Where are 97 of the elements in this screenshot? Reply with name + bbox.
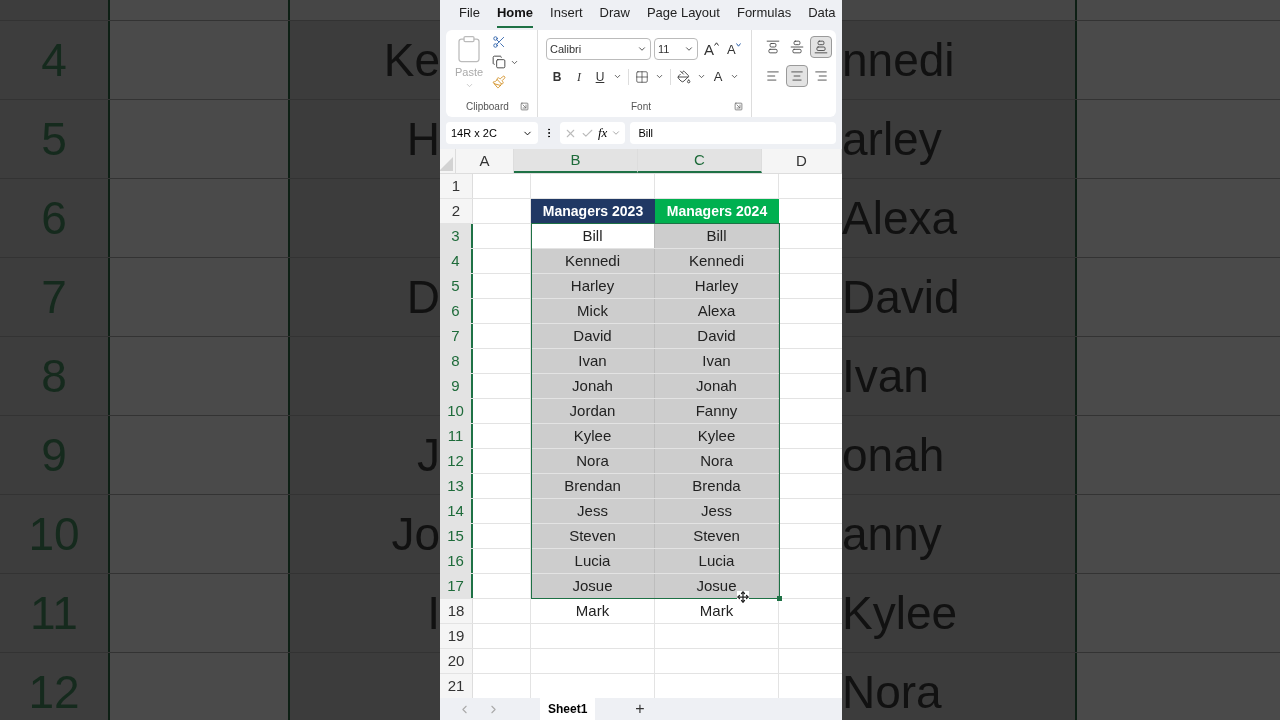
align-icon xyxy=(814,69,828,83)
row-number[interactable]: 4 xyxy=(440,249,473,273)
font-color-button[interactable]: A xyxy=(712,67,724,87)
group-label: Clipboard xyxy=(465,100,509,114)
table-cell[interactable]: Lucia xyxy=(531,549,655,573)
table-cell[interactable]: Mick xyxy=(531,299,655,323)
shrink-font-button[interactable]: A xyxy=(725,42,743,56)
table-cell[interactable]: David xyxy=(531,324,655,348)
align-center-button[interactable] xyxy=(786,65,808,87)
row-number[interactable]: 13 xyxy=(440,474,473,498)
dialog-launcher-icon[interactable] xyxy=(734,102,743,111)
table-cell[interactable]: Kylee xyxy=(655,424,779,448)
menu-tab[interactable]: File xyxy=(459,2,480,28)
borders-icon[interactable] xyxy=(635,69,649,84)
row-number[interactable]: 17 xyxy=(440,574,473,598)
italic-button[interactable]: I xyxy=(571,67,587,86)
table-cell[interactable]: Bill xyxy=(655,224,779,248)
table-cell[interactable]: Brendan xyxy=(531,474,655,498)
table-cell[interactable]: Jonah xyxy=(655,374,779,398)
column-header[interactable]: C xyxy=(638,149,762,173)
row-number[interactable]: 16 xyxy=(440,549,473,573)
table-cell[interactable]: Alexa xyxy=(655,299,779,323)
column-header[interactable]: B xyxy=(514,149,638,173)
table-cell[interactable]: Jess xyxy=(531,499,655,523)
menu-tab[interactable]: Draw xyxy=(599,2,630,28)
row-number[interactable]: 20 xyxy=(440,649,473,673)
insert-function-button[interactable]: fx xyxy=(598,123,608,143)
table-cell[interactable]: Lucia xyxy=(655,549,779,573)
table-cell[interactable]: David xyxy=(655,324,779,348)
scissors-icon[interactable] xyxy=(492,35,506,49)
table-cell[interactable]: Kennedi xyxy=(655,249,779,273)
add-sheet-button[interactable]: + xyxy=(635,697,645,720)
move-cursor-icon xyxy=(737,591,749,603)
row-number[interactable]: 2 xyxy=(440,199,473,223)
align-icon xyxy=(766,40,780,54)
table-cell[interactable]: Steven xyxy=(531,524,655,548)
table-cell[interactable]: Kennedi xyxy=(531,249,655,273)
row-number[interactable]: 5 xyxy=(440,274,473,298)
row-number[interactable]: 15 xyxy=(440,524,473,548)
caret-down-icon xyxy=(735,42,741,47)
table-cell[interactable]: Steven xyxy=(655,524,779,548)
row-number[interactable]: 3 xyxy=(440,224,473,248)
row-number[interactable]: 8 xyxy=(440,349,473,373)
table-cell[interactable]: Nora xyxy=(655,449,779,473)
table-cell[interactable]: Harley xyxy=(531,274,655,298)
table-cell[interactable]: Jonah xyxy=(531,374,655,398)
formula-field[interactable]: Bill xyxy=(630,122,836,144)
table-cell[interactable]: Fanny xyxy=(655,399,779,423)
copy-icon[interactable] xyxy=(492,55,506,69)
table-cell[interactable]: Nora xyxy=(531,449,655,473)
sheet-tab[interactable]: Sheet1 xyxy=(540,698,596,720)
caret-icon xyxy=(637,44,647,54)
grow-font-button[interactable]: A xyxy=(701,41,722,57)
dialog-launcher-icon[interactable] xyxy=(520,102,529,111)
caret-up-icon xyxy=(714,41,719,46)
header-cell: Managers 2023 xyxy=(531,199,655,223)
caret-icon xyxy=(684,44,694,54)
table-cell[interactable]: Josue xyxy=(655,574,779,598)
paintbrush-icon[interactable] xyxy=(492,75,506,89)
table-cell[interactable]: Harley xyxy=(655,274,779,298)
underline-button[interactable]: U xyxy=(593,67,607,86)
table-cell[interactable]: Josue xyxy=(531,574,655,598)
row-number[interactable]: 18 xyxy=(440,599,473,623)
row-number[interactable]: 14 xyxy=(440,499,473,523)
align-icon xyxy=(790,69,804,83)
font-size-field[interactable]: 11 xyxy=(654,38,698,60)
header-cell: Managers 2024 xyxy=(655,199,779,223)
table-cell[interactable]: Kylee xyxy=(531,424,655,448)
row-number[interactable]: 19 xyxy=(440,624,473,648)
table-cell[interactable]: Ivan xyxy=(531,349,655,373)
menu-tab[interactable]: Data xyxy=(808,2,836,28)
table-cell[interactable]: Jordan xyxy=(531,399,655,423)
align-icon xyxy=(790,40,804,54)
row-number[interactable]: 7 xyxy=(440,324,473,348)
row-number[interactable]: 11 xyxy=(440,424,473,448)
menu-tab[interactable]: Page Layout xyxy=(646,2,720,28)
table-cell[interactable]: Jess xyxy=(655,499,779,523)
align-icon xyxy=(814,40,828,54)
menu-tab[interactable]: Home xyxy=(496,2,534,28)
row-number[interactable]: 9 xyxy=(440,374,473,398)
row-number[interactable]: 10 xyxy=(440,399,473,423)
row-number[interactable]: 12 xyxy=(440,449,473,473)
name-box[interactable]: 14R x 2C xyxy=(446,122,538,144)
caret-icon[interactable] xyxy=(611,128,622,138)
menu-tab[interactable]: Formulas xyxy=(736,2,792,28)
row-number[interactable]: 1 xyxy=(440,174,473,198)
align-icon xyxy=(766,69,780,83)
table-cell[interactable]: Brenda xyxy=(655,474,779,498)
row-number[interactable]: 6 xyxy=(440,299,473,323)
font-family-field[interactable]: Calibri xyxy=(546,38,651,60)
align-bottom-button[interactable] xyxy=(810,36,832,58)
fill-bucket-icon[interactable] xyxy=(677,69,691,84)
menu-tab[interactable]: Insert xyxy=(550,2,583,28)
bold-button[interactable]: B xyxy=(549,67,565,86)
row-number[interactable]: 21 xyxy=(440,674,473,698)
group-label: Font xyxy=(630,100,651,114)
table-cell[interactable]: Ivan xyxy=(655,349,779,373)
